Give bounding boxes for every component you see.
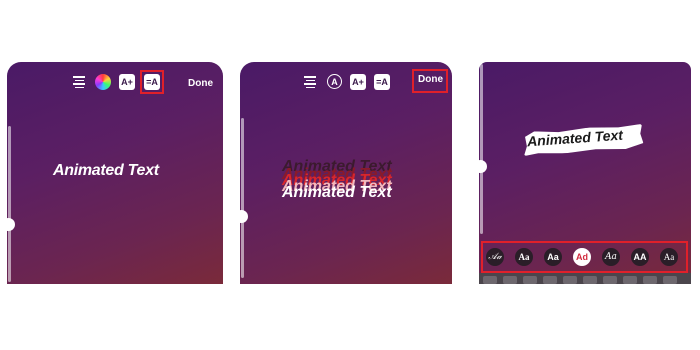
keyboard-key[interactable] [623, 276, 637, 284]
animated-text-layer: Animated Text [282, 184, 392, 201]
keyboard-key[interactable] [563, 276, 577, 284]
keyboard-key[interactable] [643, 276, 657, 284]
highlight-box [140, 70, 164, 94]
keyboard-key[interactable] [543, 276, 557, 284]
text-toolbar: A A+ =A Done [240, 69, 452, 96]
text-toolbar: A+ =A Done [7, 70, 223, 96]
animated-text-stack[interactable]: Animated Text Animated Text Animated Tex… [282, 158, 422, 208]
text-style-icon[interactable]: A+ [119, 74, 135, 90]
keyboard-key[interactable] [603, 276, 617, 284]
done-button[interactable]: Done [188, 78, 213, 89]
text-size-slider[interactable] [240, 118, 248, 278]
text-size-slider[interactable] [479, 64, 487, 234]
story-editor-panel-1: A+ =A Done Animated Text [7, 62, 223, 284]
keyboard-key[interactable] [663, 276, 677, 284]
slider-handle[interactable] [7, 218, 15, 231]
font-picker: 𝒜𝒶 Aa Aa Ad Aa AA Aa [481, 241, 688, 273]
animate-text-icon[interactable]: =A [374, 74, 390, 90]
text-style-icon[interactable]: A+ [350, 74, 366, 90]
slider-handle[interactable] [479, 160, 487, 173]
keyboard-key[interactable] [583, 276, 597, 284]
story-text[interactable]: Animated Text [53, 162, 159, 180]
keyboard-key[interactable] [523, 276, 537, 284]
story-editor-panel-3: Animated Text 𝒜𝒶 Aa Aa Ad Aa AA Aa [479, 62, 691, 284]
text-size-slider[interactable] [7, 126, 15, 282]
highlight-box [412, 69, 448, 93]
highlight-box [481, 241, 688, 273]
story-editor-panel-2: A A+ =A Done Animated Text Animated Text… [240, 62, 452, 284]
keyboard-key[interactable] [503, 276, 517, 284]
text-align-icon[interactable] [71, 74, 87, 90]
font-circle-icon[interactable]: A [327, 74, 342, 89]
keyboard-strip [479, 273, 691, 284]
slider-handle[interactable] [240, 210, 248, 223]
keyboard-key[interactable] [483, 276, 497, 284]
text-align-icon[interactable] [302, 74, 318, 90]
color-wheel-icon[interactable] [95, 74, 111, 90]
